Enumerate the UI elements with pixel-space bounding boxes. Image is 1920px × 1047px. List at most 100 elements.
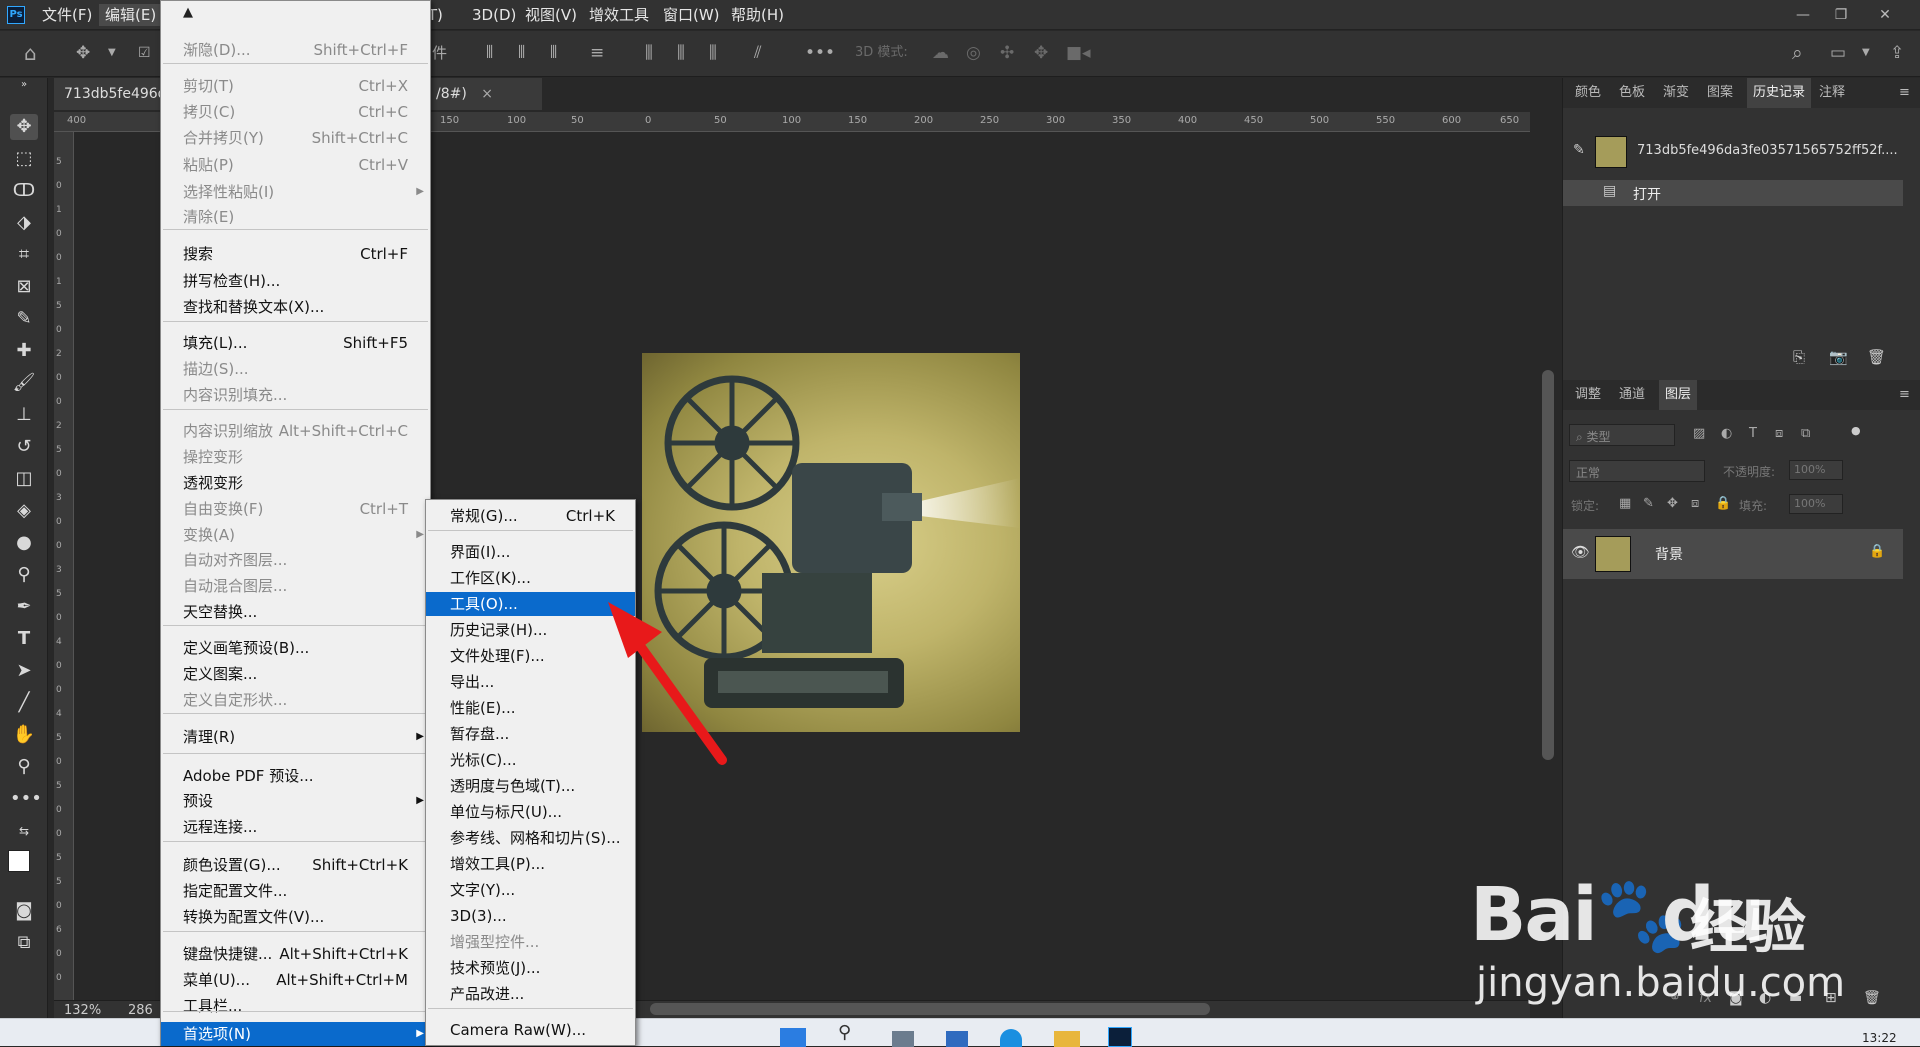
eye-icon[interactable]: 👁 (1571, 543, 1590, 561)
taskbar-browser-icon[interactable] (1000, 1029, 1022, 1047)
edit-menu-item[interactable]: 定义自定形状... (161, 688, 430, 712)
lock-pixels-icon[interactable]: ✎ (1643, 496, 1654, 511)
edit-menu-item[interactable]: 描边(S)... (161, 357, 430, 381)
lock-position-icon[interactable]: ✥ (1667, 496, 1678, 511)
tab-adjustments[interactable]: 调整 (1569, 380, 1607, 410)
menu-edit[interactable]: 编辑(E) (99, 4, 163, 26)
minimize-icon[interactable]: — (1786, 4, 1820, 26)
tab-notes[interactable]: 注释 (1813, 78, 1851, 108)
align-right-icon[interactable]: ⫴ (550, 42, 557, 64)
edit-menu-item[interactable]: 选择性粘贴(I) ▶ (161, 180, 430, 204)
tab-history[interactable]: 历史记录 (1747, 78, 1812, 108)
menu-window[interactable]: 窗口(W) (657, 4, 726, 26)
tab-channels[interactable]: 通道 (1613, 380, 1651, 410)
stamp-tool[interactable]: ⊥ (10, 402, 38, 428)
menu-file[interactable]: 文件(F) (36, 4, 98, 26)
align-bottom-icon[interactable]: ⫼ (709, 42, 717, 64)
edit-menu-item[interactable]: 透视变形 (161, 471, 430, 495)
object-select-tool[interactable]: ⬗ (10, 210, 38, 236)
layers-menu-icon[interactable]: ≡ (1893, 380, 1916, 410)
move-tool-icon[interactable]: ✥ (76, 42, 90, 64)
blend-mode-select[interactable]: 正常 (1569, 460, 1705, 482)
edit-menu-item[interactable]: 定义画笔预设(B)... (161, 636, 430, 660)
more-options-icon[interactable]: ••• (805, 42, 835, 64)
move-tool[interactable]: ✥ (10, 114, 38, 140)
line-tool[interactable]: ╱ (10, 690, 38, 716)
trash-icon[interactable]: 🗑 (1867, 348, 1886, 366)
paint-bucket-tool[interactable]: ◈ (10, 498, 38, 524)
vertical-scrollbar[interactable] (1542, 370, 1554, 760)
history-step-open[interactable]: ▤ 打开 (1563, 180, 1903, 206)
filter-type-icon[interactable]: T (1749, 426, 1757, 441)
edit-menu-item[interactable]: 合并拷贝(Y) Shift+Ctrl+C (161, 126, 430, 150)
blur-tool[interactable]: ● (10, 530, 38, 556)
taskbar-store-icon[interactable] (946, 1031, 968, 1047)
menu-plugins[interactable]: 增效工具 (583, 4, 655, 26)
crop-tool[interactable]: ⌗ (10, 242, 38, 268)
edit-menu-item[interactable]: 自由变换(F) Ctrl+T (161, 497, 430, 521)
filter-shape-icon[interactable]: ⧈ (1775, 426, 1783, 441)
preferences-menu-item[interactable]: 技术预览(J)... (426, 956, 635, 980)
delete-layer-icon[interactable]: 🗑 (1863, 990, 1881, 1006)
eraser-tool[interactable]: ◫ (10, 466, 38, 492)
align-left-icon[interactable]: ⫴ (486, 42, 493, 64)
search-icon[interactable]: ⌕ (1792, 42, 1803, 64)
filter-toggle-icon[interactable]: ● (1851, 424, 1861, 437)
frame-tool[interactable]: ⊠ (10, 274, 38, 300)
zoom-level[interactable]: 132% (64, 1003, 101, 1018)
lock-all-icon[interactable]: 🔒 (1715, 496, 1731, 511)
tab-layers[interactable]: 图层 (1659, 380, 1698, 410)
panel-menu-icon[interactable]: ≡ (1893, 78, 1916, 108)
home-icon[interactable]: ⌂ (24, 42, 37, 64)
edit-menu-item[interactable]: 变换(A) ▶ (161, 523, 430, 547)
lasso-tool[interactable]: ↀ (10, 178, 38, 204)
lock-transparent-icon[interactable]: ▦ (1619, 496, 1631, 511)
edit-menu-item[interactable]: 剪切(T) Ctrl+X (161, 74, 430, 98)
preferences-menu-item[interactable]: 常规(G)... Ctrl+K (426, 504, 635, 528)
auto-select-checkbox[interactable]: ☑ (138, 42, 151, 64)
edit-menu-item[interactable]: 定义图案... (161, 662, 430, 686)
edit-menu-item[interactable]: 拷贝(C) Ctrl+C (161, 100, 430, 124)
edit-menu-item[interactable]: 菜单(U)... Alt+Shift+Ctrl+M (161, 968, 430, 992)
edit-menu-item[interactable]: 自动对齐图层... (161, 548, 430, 572)
edit-menu-item[interactable]: 首选项(N) ▶ (161, 1022, 430, 1046)
edit-menu-item[interactable]: 内容识别填充... (161, 383, 430, 407)
preferences-menu-item[interactable]: 产品改进... (426, 982, 635, 1006)
tab-gradients[interactable]: 渐变 (1657, 78, 1695, 108)
new-doc-from-state-icon[interactable]: ⎘ (1793, 348, 1805, 366)
layer-filter-select[interactable]: ⌕ 类型 (1569, 424, 1675, 446)
edit-menu-item[interactable]: 渐隐(D)... Shift+Ctrl+F (161, 38, 430, 62)
foreground-color-swatch[interactable] (8, 850, 30, 872)
brush-tool[interactable]: 🖌 (10, 370, 38, 396)
camera-icon[interactable]: 📷 (1829, 348, 1848, 366)
edit-menu-item[interactable]: 查找和替换文本(X)... (161, 295, 430, 319)
tab-color[interactable]: 颜色 (1569, 78, 1607, 108)
edit-menu-item[interactable]: 自动混合图层... (161, 574, 430, 598)
menu-3d[interactable]: 3D(D) (466, 4, 522, 26)
marquee-tool[interactable]: ⬚ (10, 146, 38, 172)
edit-menu-item[interactable]: 搜索 Ctrl+F (161, 242, 430, 266)
preferences-menu-item[interactable]: 增强型控件... (426, 930, 635, 954)
edit-menu-item[interactable]: 清理(R) ▶ (161, 725, 430, 749)
distribute-v-icon[interactable]: ⫽ (754, 42, 762, 64)
tab-patterns[interactable]: 图案 (1701, 78, 1739, 108)
close-icon[interactable]: ✕ (1868, 4, 1902, 26)
dodge-tool[interactable]: ⚲ (10, 562, 38, 588)
workspace-chevron-icon[interactable]: ▼ (1862, 42, 1870, 64)
preferences-menu-item[interactable]: 单位与标尺(U)... (426, 800, 635, 824)
opacity-field[interactable]: 100% (1789, 460, 1843, 480)
history-brush-source-icon[interactable]: ✎ (1573, 142, 1585, 158)
share-icon[interactable]: ⇪ (1890, 42, 1904, 64)
document-tab[interactable]: 713db5fe496d (54, 78, 167, 110)
restore-icon[interactable]: ❐ (1824, 4, 1858, 26)
edit-menu-item[interactable]: 指定配置文件... (161, 879, 430, 903)
document-tab-cont[interactable]: /8#) × (426, 78, 542, 110)
horizontal-scrollbar[interactable] (650, 1003, 1210, 1015)
distribute-icon[interactable]: ≡ (590, 42, 604, 64)
pen-tool[interactable]: ✒ (10, 594, 38, 620)
tab-close-icon[interactable]: × (481, 86, 493, 102)
scroll-up-icon[interactable]: ▲ (183, 5, 193, 20)
taskbar-app-icon[interactable] (892, 1031, 914, 1047)
preferences-menu-item[interactable]: 参考线、网格和切片(S)... (426, 826, 635, 850)
edit-menu-item[interactable]: 颜色设置(G)... Shift+Ctrl+K (161, 853, 430, 877)
